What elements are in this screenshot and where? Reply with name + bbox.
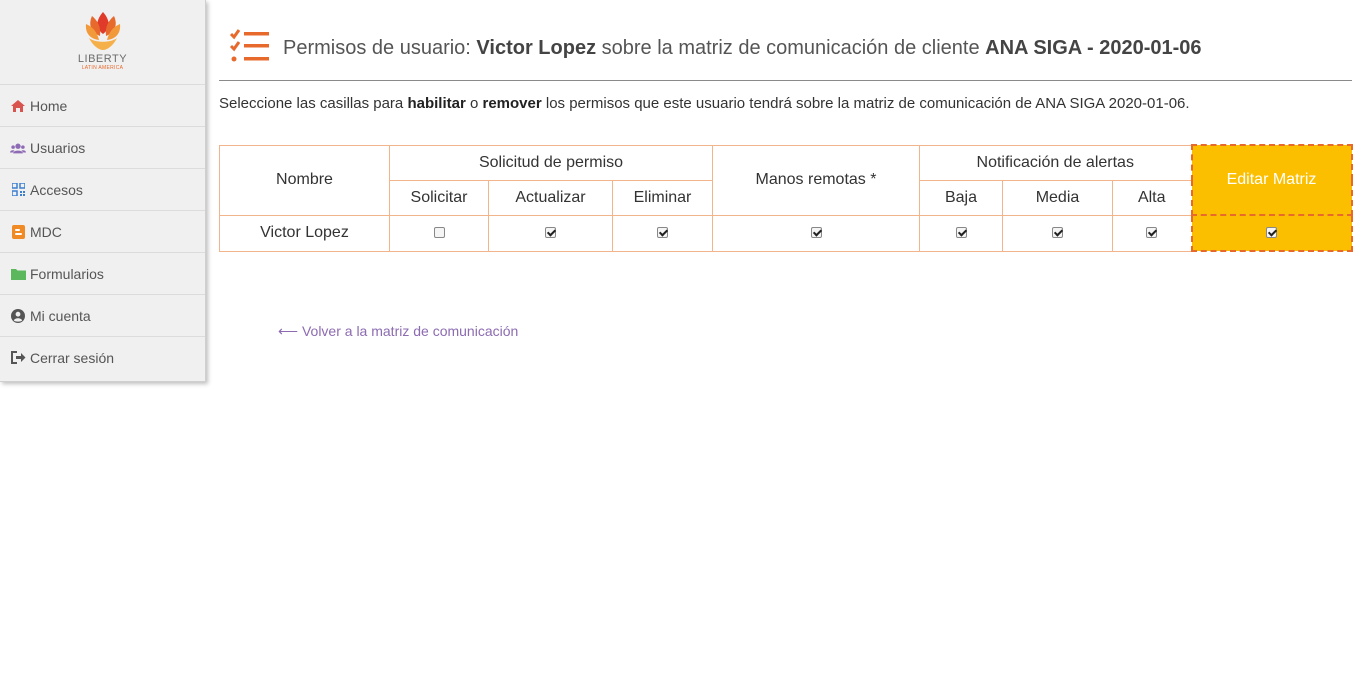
- sidebar-item-label: Home: [30, 97, 68, 114]
- checklist-icon: [229, 28, 271, 69]
- brand-name: LIBERTY: [77, 53, 128, 65]
- back-link-label: Volver a la matriz de comunicación: [301, 323, 519, 339]
- sidebar-item-formularios[interactable]: Formularios: [0, 252, 205, 294]
- sidebar-item-label: Mi cuenta: [30, 307, 91, 324]
- title-matrix: ANA SIGA - 2020-01-06: [985, 36, 1202, 59]
- col-header-media: Media: [1002, 179, 1113, 216]
- col-header-solicitar: Solicitar: [389, 179, 489, 216]
- checkbox-alta[interactable]: [1146, 227, 1158, 239]
- col-header-baja: Baja: [919, 179, 1003, 216]
- cell-editar-matriz: [1190, 214, 1353, 252]
- instructions-part: los permisos que este usuario tendrá sob…: [541, 95, 1190, 112]
- title-user: Victor Lopez: [476, 36, 597, 59]
- checkbox-editar-matriz[interactable]: [1266, 227, 1277, 239]
- sidebar-item-mi-cuenta[interactable]: Mi cuenta: [0, 294, 205, 336]
- instructions-part: o: [465, 95, 483, 112]
- cell-alta: [1112, 214, 1192, 252]
- table-row: Victor Lopez: [219, 214, 1353, 252]
- checkbox-eliminar[interactable]: [657, 227, 668, 239]
- group-header-notificacion: Notificación de alertas: [919, 144, 1192, 181]
- permissions-table: Nombre Solicitud de permiso Manos remota…: [219, 144, 1353, 252]
- liberty-logo[interactable]: LIBERTY LATIN AMERICA: [0, 0, 205, 84]
- cell-solicitar: [389, 214, 489, 252]
- instructions-part: Seleccione las casillas para: [219, 95, 408, 112]
- back-to-matrix-link[interactable]: ⟵ Volver a la matriz de comunicación: [278, 323, 518, 340]
- instructions-text: Seleccione las casillas para habilitar o…: [219, 95, 1190, 112]
- checkbox-solicitar[interactable]: [433, 227, 445, 239]
- cell-actualizar: [488, 214, 613, 252]
- group-header-solicitud: Solicitud de permiso: [389, 144, 713, 181]
- checkbox-baja[interactable]: [955, 227, 967, 239]
- cell-eliminar: [612, 214, 713, 252]
- title-prefix: Permisos de usuario:: [283, 36, 477, 59]
- col-header-eliminar: Eliminar: [612, 179, 713, 216]
- brand-tagline: LATIN AMERICA: [81, 65, 124, 71]
- qrcode-icon: [10, 183, 26, 197]
- sidebar-item-label: Cerrar sesión: [30, 349, 115, 366]
- flame-logo-icon: [85, 12, 120, 50]
- page-header: Permisos de usuario: Victor Lopez sobre …: [219, 20, 1352, 81]
- sidebar: LIBERTY LATIN AMERICA Home Usuarios Acce…: [0, 0, 206, 382]
- col-header-manos-remotas: Manos remotas *: [712, 144, 920, 216]
- instructions-remover: remover: [482, 95, 542, 112]
- checkbox-manos-remotas[interactable]: [810, 227, 822, 239]
- blogger-icon: [10, 224, 26, 239]
- col-header-editar-matriz: Editar Matriz: [1190, 144, 1353, 216]
- instructions-habilitar: habilitar: [407, 95, 466, 112]
- cell-baja: [919, 214, 1003, 252]
- sidebar-item-label: MDC: [30, 223, 62, 240]
- folder-icon: [10, 267, 26, 281]
- sign-out-icon: [10, 351, 26, 365]
- sidebar-item-mdc[interactable]: MDC: [0, 210, 205, 252]
- title-middle: sobre la matriz de comunicación de clien…: [596, 36, 986, 59]
- arrow-left-icon: ⟵: [278, 323, 299, 339]
- sidebar-item-accesos[interactable]: Accesos: [0, 168, 205, 210]
- page-title: Permisos de usuario: Victor Lopez sobre …: [283, 37, 1202, 60]
- cell-media: [1002, 214, 1113, 252]
- col-header-alta: Alta: [1112, 179, 1192, 216]
- sidebar-item-home[interactable]: Home: [0, 84, 205, 126]
- home-icon: [10, 99, 26, 113]
- sidebar-item-label: Usuarios: [30, 139, 86, 156]
- sidebar-item-label: Formularios: [30, 265, 104, 282]
- row-nombre: Victor Lopez: [219, 214, 390, 252]
- col-header-actualizar: Actualizar: [488, 179, 613, 216]
- col-header-nombre: Nombre: [219, 144, 390, 216]
- user-circle-icon: [10, 308, 26, 323]
- sidebar-item-usuarios[interactable]: Usuarios: [0, 126, 205, 168]
- checkbox-actualizar[interactable]: [545, 227, 556, 239]
- checkbox-media[interactable]: [1052, 227, 1063, 239]
- sidebar-item-label: Accesos: [30, 181, 83, 198]
- cell-manos-remotas: [712, 214, 920, 252]
- sidebar-item-cerrar-sesion[interactable]: Cerrar sesión: [0, 336, 205, 378]
- users-icon: [10, 141, 26, 155]
